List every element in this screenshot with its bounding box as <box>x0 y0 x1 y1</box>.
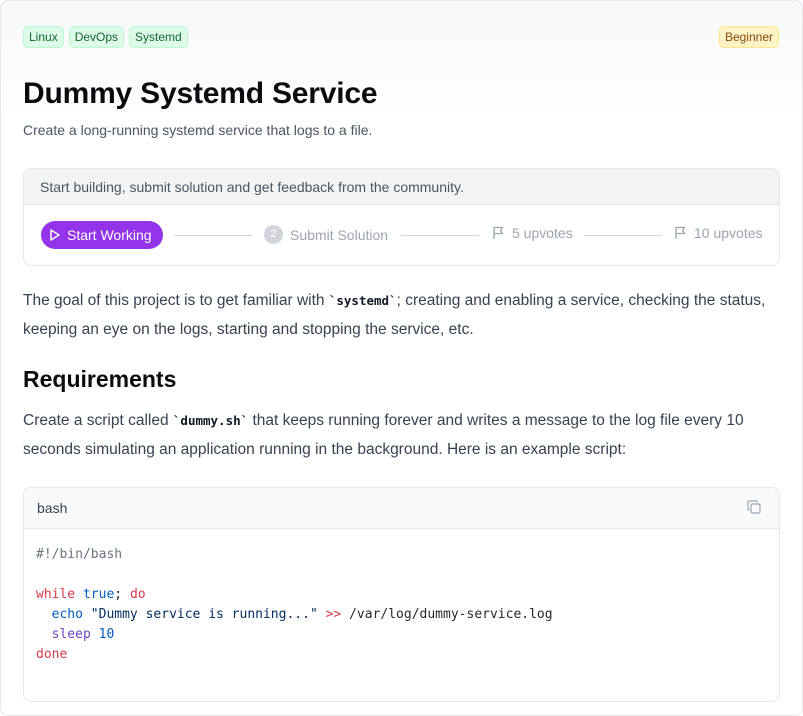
code-keyword: do <box>129 587 146 602</box>
page-title: Dummy Systemd Service <box>23 77 378 110</box>
flag-icon <box>675 226 686 239</box>
step-connector <box>401 235 479 236</box>
code-path: /var/log/dummy-service.log <box>349 607 553 622</box>
step-connector <box>584 235 662 236</box>
play-icon <box>50 229 60 241</box>
progress-card: Start building, submit solution and get … <box>23 168 780 266</box>
tag-linux[interactable]: Linux <box>23 26 64 48</box>
code-block-header: bash <box>24 488 779 529</box>
code-block: bash #!/bin/bash while true; do echo "Du… <box>23 487 780 702</box>
project-page: Linux DevOps Systemd Beginner Dummy Syst… <box>0 0 803 716</box>
step-submit-label: Submit Solution <box>290 226 389 243</box>
tag-systemd[interactable]: Systemd <box>129 26 188 48</box>
flag-icon <box>493 226 504 239</box>
intro-text: The goal of this project is to get famil… <box>23 292 329 309</box>
copy-button[interactable] <box>746 500 762 516</box>
code-builtin: true <box>82 587 115 602</box>
intro-paragraph: The goal of this project is to get famil… <box>23 286 783 344</box>
step-submit-solution: 2 Submit Solution <box>264 225 388 244</box>
step-5-upvotes: 5 upvotes <box>492 225 573 241</box>
step-number-badge: 2 <box>264 225 283 244</box>
tag-list: Linux DevOps Systemd <box>23 26 188 48</box>
step-connector <box>174 235 252 236</box>
upvotes-5-label: 5 upvotes <box>512 225 573 241</box>
code-string: "Dummy service is running..." <box>90 607 318 622</box>
code-shebang: #!/bin/bash <box>36 547 123 562</box>
page-subtitle: Create a long-running systemd service th… <box>23 122 373 138</box>
code-language: bash <box>37 500 68 516</box>
progress-hint: Start building, submit solution and get … <box>24 169 779 205</box>
start-working-button[interactable]: Start Working <box>41 221 163 249</box>
copy-icon <box>747 500 761 514</box>
code-operator: >> <box>325 607 342 622</box>
code-command: sleep <box>51 627 91 642</box>
inline-code: `dummy.sh` <box>172 413 249 428</box>
code-content: #!/bin/bash while true; do echo "Dummy s… <box>24 529 779 681</box>
start-working-label: Start Working <box>67 227 152 243</box>
requirements-text: Create a script called <box>23 412 173 429</box>
difficulty-badge: Beginner <box>718 26 779 48</box>
inline-code: `systemd` <box>328 293 397 308</box>
code-punct: ; <box>114 587 123 602</box>
code-keyword: done <box>36 647 68 662</box>
requirements-heading: Requirements <box>23 366 177 392</box>
code-number: 10 <box>98 627 115 642</box>
upvotes-10-label: 10 upvotes <box>694 225 763 241</box>
requirements-paragraph: Create a script called `dummy.sh` that k… <box>23 406 783 464</box>
progress-steps: Start Working 2 Submit Solution 5 upvote… <box>24 205 779 265</box>
tag-devops[interactable]: DevOps <box>68 26 125 48</box>
step-10-upvotes: 10 upvotes <box>674 225 763 241</box>
code-keyword: while <box>36 587 76 602</box>
code-builtin: echo <box>51 607 83 622</box>
